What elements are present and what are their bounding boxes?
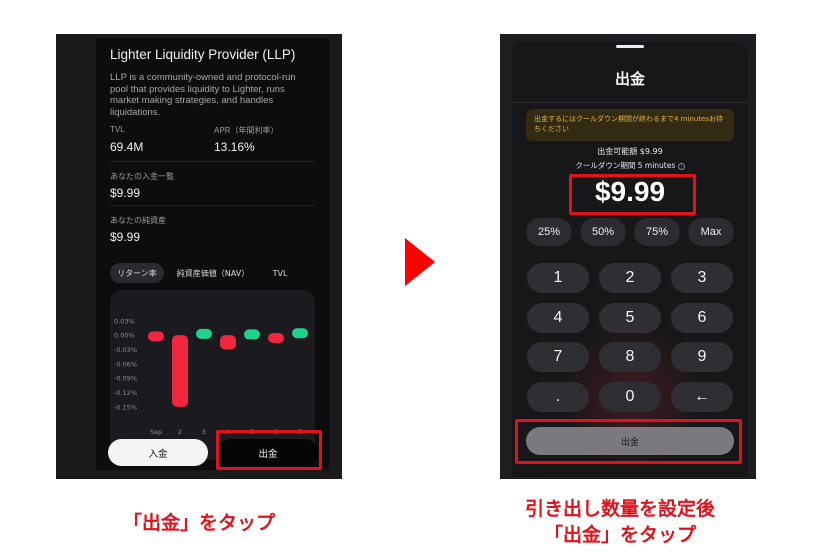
tvl-value: 69.4M <box>110 140 144 154</box>
tab-tvl[interactable]: TVL <box>262 263 298 283</box>
tvl-label: TVL <box>110 125 125 134</box>
next-step-arrow-icon <box>405 238 435 286</box>
highlight-confirm-withdraw <box>515 419 742 464</box>
key-4[interactable]: 4 <box>527 303 589 333</box>
highlight-withdraw-button <box>216 430 322 470</box>
sheet-title: 出金 <box>614 70 645 88</box>
percent-25-button[interactable]: 25% <box>526 218 572 246</box>
y-tick-label: 0.00% <box>114 332 135 340</box>
tab-nav[interactable]: 純資産価値（NAV） <box>170 263 256 283</box>
llp-screen: Lighter Liquidity Provider (LLP) LLP is … <box>96 38 329 470</box>
key-5[interactable]: 5 <box>599 303 661 333</box>
chart-bar[interactable] <box>292 328 308 339</box>
withdraw-sheet: 出金 出金するにはクールダウン期間が終わるまで4 minutesお待ちください … <box>512 42 748 477</box>
pool-description: LLP is a community-owned and protocol-ru… <box>110 72 296 118</box>
x-tick-label: 2 <box>178 428 182 436</box>
key-8[interactable]: 8 <box>599 342 661 372</box>
divider <box>512 102 748 103</box>
percent-50-button[interactable]: 50% <box>580 218 626 246</box>
caption-right-line2: 「出金」をタップ <box>543 524 696 546</box>
apr-value: 13.16% <box>214 140 255 154</box>
y-tick-label: -0.15% <box>114 403 137 411</box>
sheet-handle[interactable] <box>616 45 644 48</box>
cooldown-text: クールダウン期間 5 minutes <box>575 161 676 170</box>
y-tick-label: -0.06% <box>114 360 137 368</box>
key-3[interactable]: 3 <box>671 263 733 293</box>
apr-label: APR（年間利率） <box>214 126 279 135</box>
percent-max-button[interactable]: Max <box>688 218 734 246</box>
tab-return-rate[interactable]: リターン率 <box>110 263 164 283</box>
chart-bar[interactable] <box>244 329 260 340</box>
pool-title: Lighter Liquidity Provider (LLP) <box>110 47 296 62</box>
cooldown-period: クールダウン期間 5 minutes i <box>512 160 748 171</box>
x-tick-label: Sep <box>150 428 162 436</box>
chart-bar[interactable] <box>148 331 164 342</box>
x-tick-label: 3 <box>202 428 206 436</box>
highlight-amount <box>569 174 696 215</box>
chart-bar[interactable] <box>268 332 284 343</box>
deposit-history-value: $9.99 <box>110 186 141 200</box>
deposit-history-label: あなたの入金一覧 <box>110 172 174 181</box>
y-tick-label: 0.03% <box>114 317 135 325</box>
y-tick-label: -0.03% <box>114 346 137 354</box>
caption-right-line1: 引き出し数量を設定後 <box>524 498 715 520</box>
key-decimal[interactable]: . <box>527 382 589 412</box>
key-1[interactable]: 1 <box>527 263 589 293</box>
divider <box>110 205 315 206</box>
cooldown-notice: 出金するにはクールダウン期間が終わるまで4 minutesお待ちください <box>526 109 734 141</box>
percent-75-button[interactable]: 75% <box>634 218 680 246</box>
y-tick-label: -0.09% <box>114 375 137 383</box>
divider <box>110 161 315 162</box>
backspace-icon[interactable]: ← <box>671 382 733 412</box>
net-assets-value: $9.99 <box>110 230 141 244</box>
key-0[interactable]: 0 <box>599 382 661 412</box>
caption-right: 引き出し数量を設定後 「出金」をタップ <box>470 496 770 548</box>
key-7[interactable]: 7 <box>527 342 589 372</box>
key-2[interactable]: 2 <box>599 263 661 293</box>
key-9[interactable]: 9 <box>671 342 733 372</box>
info-icon[interactable]: i <box>677 162 685 170</box>
chart-bar[interactable] <box>196 328 212 339</box>
available-amount: 出金可能額 $9.99 <box>597 147 663 156</box>
key-6[interactable]: 6 <box>671 303 733 333</box>
net-assets-label: あなたの純資産 <box>110 216 166 225</box>
y-tick-label: -0.12% <box>114 389 137 397</box>
deposit-button[interactable]: 入金 <box>108 439 208 466</box>
chart-bar[interactable] <box>220 335 236 350</box>
chart-bar[interactable] <box>172 335 188 407</box>
caption-left: 「出金」をタップ <box>122 512 275 534</box>
